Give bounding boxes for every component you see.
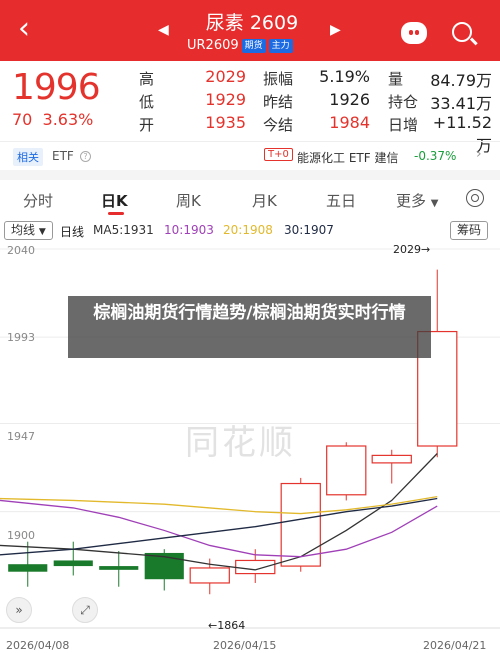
stat-low-value: 1929	[205, 90, 246, 109]
stat-amplitude-label: 振幅	[263, 70, 294, 88]
ma5-value: MA5:1931	[93, 223, 154, 237]
stat-settle-label: 今结	[263, 116, 294, 134]
search-icon[interactable]	[452, 22, 472, 42]
candle-body	[53, 560, 93, 567]
tab-daily-k[interactable]: 日K	[101, 190, 128, 211]
tab-five-day[interactable]: 五日	[326, 190, 356, 211]
collapse-icon[interactable]: »	[6, 597, 32, 623]
change-percent: 3.63%	[42, 110, 94, 129]
stat-settle-value: 1984	[329, 113, 370, 132]
watermark-logo: 同花顺	[185, 423, 296, 463]
stat-volume-label: 量	[388, 70, 404, 88]
chevron-right-icon[interactable]: ›	[476, 146, 482, 162]
candle-body	[235, 559, 276, 575]
back-chevron-icon[interactable]: ‹	[18, 14, 30, 44]
active-tab-indicator	[108, 212, 124, 215]
y-tick-label: 2040	[7, 244, 35, 257]
candle-body	[99, 566, 139, 570]
tab-more[interactable]: 更多 ▼	[396, 190, 439, 211]
ma-mode-label: 均线	[11, 223, 36, 237]
related-etf-name[interactable]: 能源化工 ETF 建信	[297, 149, 398, 166]
stat-high-value: 2029	[205, 67, 246, 86]
stat-open-interest-value: 33.41万	[430, 94, 492, 113]
t0-tag: T+0	[264, 148, 293, 161]
page-title: 尿素 2609	[205, 12, 299, 34]
stat-open-label: 开	[139, 116, 155, 134]
stat-open-value: 1935	[205, 113, 246, 132]
tab-intraday[interactable]: 分时	[23, 190, 53, 211]
stat-amplitude-value: 5.19%	[319, 67, 370, 86]
next-contract-icon[interactable]: ▶	[330, 22, 341, 38]
contract-code-text: UR2609	[187, 38, 239, 53]
ma-mode-button[interactable]: 均线 ▼	[4, 221, 53, 240]
y-tick-label: 1947	[7, 430, 35, 443]
chip-distribution-button[interactable]: 筹码	[450, 221, 489, 240]
y-tick-label: 1993	[7, 331, 35, 344]
x-tick-label: 2026/04/15	[213, 639, 277, 652]
stat-prev-settle-label: 昨结	[263, 93, 294, 111]
candle-body	[189, 567, 230, 584]
candle-body	[326, 445, 367, 496]
period-tabs: 分时 日K 周K 月K 五日 更多 ▼	[0, 182, 500, 218]
ma30-value: 30:1907	[284, 223, 334, 237]
last-price: 1996	[12, 67, 101, 108]
tab-weekly-k[interactable]: 周K	[176, 190, 201, 211]
divider	[0, 141, 500, 142]
related-etf-change: -0.37%	[414, 149, 457, 163]
info-icon[interactable]: ?	[80, 151, 91, 162]
section-gap	[0, 170, 500, 180]
low-annotation: ←1864	[208, 619, 246, 632]
candle-body	[280, 482, 321, 567]
fullscreen-icon[interactable]: ⤢	[72, 597, 98, 623]
stat-volume-value: 84.79万	[430, 71, 492, 90]
change-value: 70	[12, 110, 33, 129]
tab-more-label: 更多	[396, 192, 427, 210]
y-tick-label: 1900	[7, 529, 35, 542]
high-annotation: 2029→	[393, 243, 431, 256]
ma-line-ma20	[0, 496, 438, 515]
stat-prev-settle-value: 1926	[329, 90, 370, 109]
candle-body	[371, 454, 412, 464]
tab-monthly-k[interactable]: 月K	[252, 190, 277, 211]
x-tick-label: 2026/04/08	[6, 639, 70, 652]
x-tick-label: 2026/04/21	[423, 639, 487, 652]
caret-down-icon: ▼	[430, 198, 439, 209]
stat-high-label: 高	[139, 70, 155, 88]
prev-contract-icon[interactable]: ◀	[158, 22, 169, 38]
caret-down-icon: ▼	[38, 227, 46, 237]
stat-open-interest-label: 持仓	[388, 93, 419, 111]
stat-low-label: 低	[139, 93, 155, 111]
futures-tag: 期货	[241, 39, 266, 53]
ma10-value: 10:1903	[164, 223, 214, 237]
contract-code: UR2609 期货 主力	[187, 38, 293, 53]
main-contract-tag: 主力	[268, 39, 293, 53]
article-title-overlay: 棕榈油期货行情趋势/棕榈油期货实时行情	[68, 296, 431, 358]
stat-daily-increase-label: 日增	[388, 116, 419, 134]
gear-icon[interactable]	[466, 189, 484, 207]
candle-body	[8, 564, 48, 572]
related-tag: 相关	[13, 148, 43, 166]
app-header: ‹ ◀ 尿素 2609 UR2609 期货 主力 ▶	[0, 0, 500, 61]
etf-label[interactable]: ETF	[52, 149, 74, 163]
ma20-value: 20:1908	[223, 223, 273, 237]
robot-icon[interactable]	[401, 22, 427, 44]
price-change: 70 3.63%	[12, 110, 93, 129]
period-label: 日线	[60, 225, 85, 239]
